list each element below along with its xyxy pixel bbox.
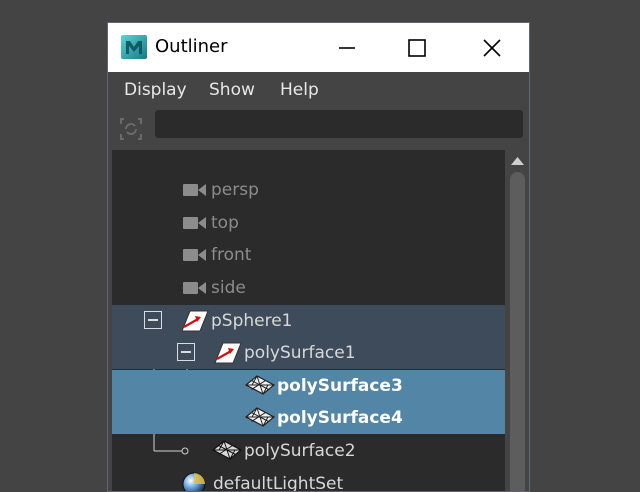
outliner-window: Outliner Display Show Help persp top fro… (107, 22, 530, 492)
minimize-icon (339, 47, 355, 49)
camera-icon (183, 282, 206, 294)
menu-display[interactable]: Display (124, 80, 187, 100)
transform-icon (181, 310, 209, 332)
menu-help[interactable]: Help (280, 80, 319, 100)
maya-icon (121, 35, 147, 59)
tree-row-psphere1[interactable]: pSphere1 (112, 305, 505, 337)
transform-icon (214, 342, 242, 364)
mesh-icon (244, 407, 276, 427)
tree-row-side[interactable]: side (112, 272, 505, 304)
camera-icon (183, 184, 206, 196)
collapse-toggle[interactable] (177, 343, 195, 361)
scroll-up-arrow-icon[interactable] (510, 156, 525, 166)
camera-icon (183, 249, 206, 261)
search-input[interactable] (155, 110, 523, 138)
tree-row-label: defaultLightSet (213, 474, 344, 492)
tree-row-defaultlightset[interactable]: defaultLightSet (112, 468, 505, 492)
close-icon (483, 39, 501, 57)
mesh-icon (244, 375, 276, 395)
tree-row-label: polySurface1 (244, 343, 356, 363)
tree-row-label: front (211, 245, 252, 265)
tree-row-polysurface3[interactable]: polySurface3 (112, 370, 505, 402)
outliner-tree[interactable]: persp top front side pSphere1 polySurfac… (112, 150, 505, 492)
maximize-icon (408, 39, 426, 57)
vertical-scrollbar[interactable] (505, 150, 529, 491)
tree-row-label: pSphere1 (211, 311, 293, 331)
tree-row-polysurface1[interactable]: polySurface1 (112, 337, 505, 369)
close-button[interactable] (457, 23, 527, 72)
maximize-button[interactable] (382, 23, 452, 72)
camera-icon (183, 217, 206, 229)
tree-row-label: persp (211, 180, 259, 200)
tree-row-polysurface2[interactable]: polySurface2 (112, 435, 505, 467)
tree-row-polysurface4[interactable]: polySurface4 (112, 402, 505, 434)
tree-row-top[interactable]: top (112, 207, 505, 239)
tree-row-label: side (211, 278, 246, 298)
collapse-toggle[interactable] (144, 311, 162, 329)
scroll-thumb[interactable] (510, 172, 525, 491)
tree-row-label: top (211, 213, 239, 233)
tree-row-label: polySurface3 (277, 376, 403, 396)
tree-row-front[interactable]: front (112, 239, 505, 271)
tree-row-label: polySurface4 (277, 408, 403, 428)
mesh-icon (211, 440, 243, 460)
minimize-button[interactable] (312, 23, 382, 72)
window-title: Outliner (155, 36, 228, 57)
light-set-icon (182, 472, 206, 491)
tree-row-persp[interactable]: persp (112, 174, 505, 206)
menu-show[interactable]: Show (209, 80, 255, 100)
title-bar[interactable]: Outliner (108, 23, 529, 72)
toolbar (108, 108, 529, 148)
tree-row-label: polySurface2 (244, 441, 356, 461)
filter-icon[interactable] (119, 116, 143, 142)
menu-bar: Display Show Help (108, 72, 529, 108)
